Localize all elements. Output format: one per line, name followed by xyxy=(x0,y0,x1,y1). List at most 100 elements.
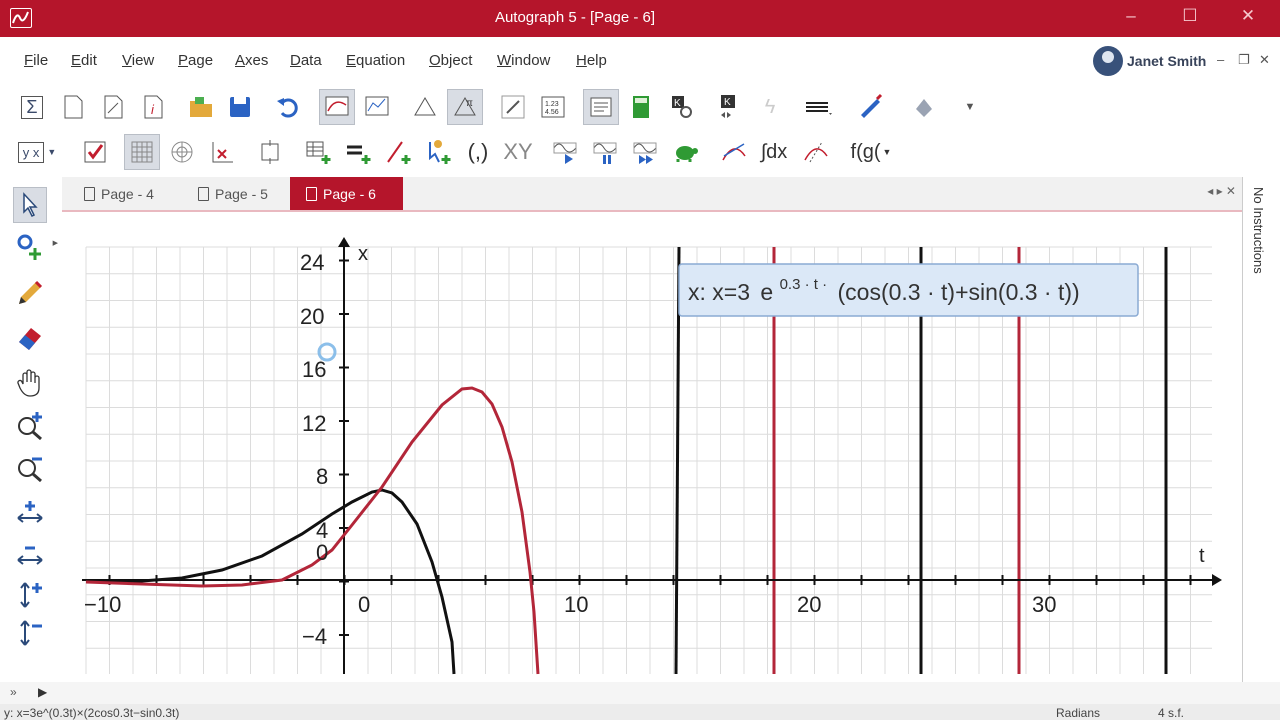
tab-navigation[interactable]: ◂ ▸ ✕ xyxy=(1207,184,1236,198)
y-tick-label: 0 xyxy=(316,540,328,565)
k-search-icon[interactable]: K xyxy=(664,89,700,125)
select-pointer-icon[interactable] xyxy=(13,187,47,223)
coordinate-button[interactable]: (,) xyxy=(460,134,496,170)
y-tick-label: 16 xyxy=(302,357,326,382)
mdi-minimize-button[interactable]: – xyxy=(1217,52,1224,67)
chevron-down-icon[interactable]: ▼ xyxy=(952,89,988,125)
menu-view[interactable]: View xyxy=(122,52,154,69)
fg-label: f(g( xyxy=(850,140,881,163)
add-equation-icon[interactable] xyxy=(340,134,376,170)
tools-icon[interactable] xyxy=(495,89,531,125)
open-folder-icon[interactable] xyxy=(183,89,219,125)
x-tick-label: 0 xyxy=(358,592,370,617)
window-title: Autograph 5 - [Page - 6] xyxy=(494,9,656,26)
x-axis-label: x xyxy=(358,243,368,265)
pencil-icon[interactable] xyxy=(10,275,50,311)
menu-window[interactable]: Window xyxy=(497,52,550,69)
lightning-icon: ϟ xyxy=(764,95,776,118)
graph-canvas[interactable]: x t −10 0 10 20 30 24 20 16 12 8 4 0 −4 … xyxy=(62,210,1242,682)
menu-page[interactable]: Page xyxy=(178,52,213,69)
tab-page-5[interactable]: Page - 5 xyxy=(182,177,284,210)
radians-icon[interactable]: π xyxy=(447,89,483,125)
maximize-button[interactable]: ☐ xyxy=(1175,6,1205,26)
y-tick-label: 8 xyxy=(316,464,328,489)
close-button[interactable]: ✕ xyxy=(1233,6,1263,26)
menu-file[interactable]: File xyxy=(24,52,48,69)
save-icon[interactable] xyxy=(222,89,258,125)
geometry-icon[interactable] xyxy=(407,89,443,125)
pen-color-icon[interactable] xyxy=(853,89,889,125)
stretch-y-in-icon[interactable] xyxy=(10,577,50,613)
x-axis-arrow xyxy=(338,237,350,247)
page-doc-icon xyxy=(306,186,317,201)
mdi-restore-button[interactable]: ❐ xyxy=(1238,52,1250,68)
stretch-x-out-icon[interactable] xyxy=(10,537,50,573)
x-tick-label: 30 xyxy=(1032,592,1056,617)
animate-pause-icon[interactable] xyxy=(588,134,624,170)
eraser-icon[interactable] xyxy=(10,319,50,355)
animate-play-icon[interactable] xyxy=(548,134,584,170)
graph-stats-icon[interactable] xyxy=(359,89,395,125)
new-graph-page-icon[interactable] xyxy=(95,89,131,125)
object-toolbar: y x ▼ (,) XY ∫dx f(g(▼ xyxy=(0,131,1280,177)
menu-object[interactable]: Object xyxy=(429,52,472,69)
k-media-icon[interactable]: K xyxy=(711,89,747,125)
axis-range-icon[interactable] xyxy=(204,134,240,170)
menu-equation[interactable]: Equation xyxy=(346,52,405,69)
title-bar: Autograph 5 - [Page - 6] – ☐ ✕ xyxy=(0,0,1280,37)
new-page-icon[interactable] xyxy=(55,89,91,125)
left-toolbox: ▶ xyxy=(0,177,60,682)
zoom-out-icon[interactable] xyxy=(10,449,50,485)
status-precision[interactable]: 4 s.f. xyxy=(1158,706,1184,720)
polar-grid-icon[interactable] xyxy=(164,134,200,170)
tangent-icon[interactable] xyxy=(716,134,752,170)
turtle-icon[interactable] xyxy=(668,134,704,170)
calculator-icon[interactable] xyxy=(623,89,659,125)
tab-page-4[interactable]: Page - 4 xyxy=(68,177,170,210)
play-icon[interactable]: ▶ xyxy=(38,685,47,699)
graph-2d-icon[interactable] xyxy=(319,89,355,125)
grid-icon[interactable] xyxy=(124,134,160,170)
checkbox-icon[interactable] xyxy=(77,134,113,170)
add-point-icon[interactable] xyxy=(420,134,456,170)
xy-button[interactable]: XY xyxy=(500,134,536,170)
undo-icon[interactable] xyxy=(270,89,306,125)
integral-icon[interactable]: ∫dx xyxy=(756,134,792,170)
composite-function-button[interactable]: f(g(▼ xyxy=(846,134,896,170)
add-table-icon[interactable] xyxy=(300,134,336,170)
tab-label: Page - 6 xyxy=(323,185,376,202)
mdi-close-button[interactable]: ✕ xyxy=(1259,52,1270,68)
animate-fast-icon[interactable] xyxy=(628,134,664,170)
svg-text:4.56: 4.56 xyxy=(545,109,559,116)
y-tick-label: 12 xyxy=(302,411,326,436)
add-point-tool-icon[interactable]: ▶ xyxy=(10,229,58,265)
minimize-button[interactable]: – xyxy=(1116,6,1146,26)
page-scroll-bar[interactable]: » ▶ xyxy=(0,682,1280,704)
sigma-icon[interactable]: Σ xyxy=(14,89,50,125)
text-box-icon[interactable] xyxy=(583,89,619,125)
info-page-icon[interactable]: i xyxy=(135,89,171,125)
graph-area[interactable]: x t −10 0 10 20 30 24 20 16 12 8 4 0 −4 … xyxy=(62,212,1242,682)
status-angle-mode[interactable]: Radians xyxy=(1056,706,1100,720)
add-line-icon[interactable] xyxy=(380,134,416,170)
zoom-in-icon[interactable] xyxy=(10,407,50,443)
double-chevron-icon[interactable]: » xyxy=(10,685,17,699)
stretch-x-in-icon[interactable] xyxy=(10,495,50,531)
menu-help[interactable]: Help xyxy=(576,52,607,69)
menu-axes[interactable]: Axes xyxy=(235,52,268,69)
menu-edit[interactable]: Edit xyxy=(71,52,97,69)
stretch-y-out-icon[interactable] xyxy=(10,615,50,651)
tab-page-6[interactable]: Page - 6 xyxy=(290,177,403,210)
gradient-function-icon[interactable] xyxy=(798,134,834,170)
main-toolbar: Σ i π 1.23 4.56 K K ϟ ▼ xyxy=(0,85,1280,131)
equation-box[interactable]: x: x=3 e 0.3 · t · (cos(0.3 · t)+sin(0.3… xyxy=(678,263,1139,317)
tab-label: Page - 4 xyxy=(101,185,154,202)
line-style-icon[interactable] xyxy=(800,89,836,125)
scale-icon[interactable] xyxy=(252,134,288,170)
table-icon[interactable]: 1.23 4.56 xyxy=(535,89,571,125)
fill-color-icon[interactable] xyxy=(906,89,942,125)
axis-select-button[interactable]: y x ▼ xyxy=(14,134,60,170)
menu-bar: File Edit View Page Axes Data Equation O… xyxy=(0,37,1280,85)
hand-pan-icon[interactable] xyxy=(10,365,50,401)
menu-data[interactable]: Data xyxy=(290,52,322,69)
